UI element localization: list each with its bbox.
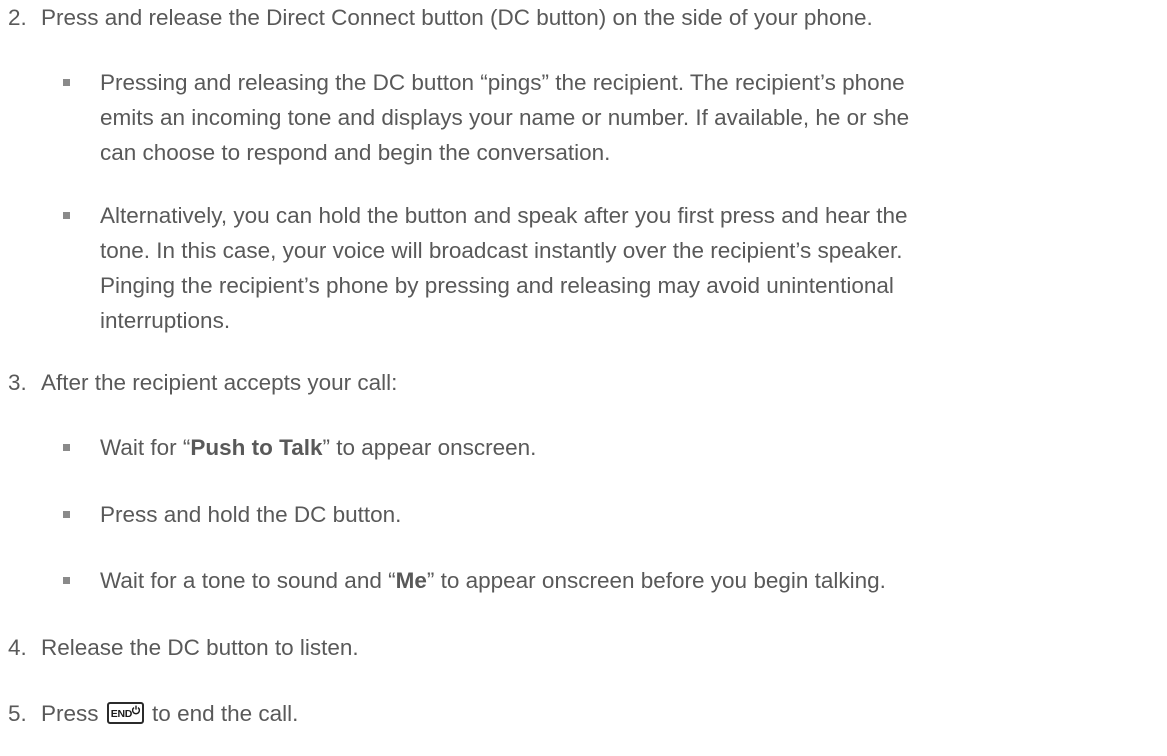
step-number: 2. [8, 5, 27, 30]
end-key-icon: END [106, 702, 144, 725]
step-text: Release the DC button to listen. [41, 635, 359, 660]
square-bullet-icon [63, 511, 70, 518]
bullet-line: Wait for a tone to sound and “Me” to app… [100, 568, 886, 593]
bullet-text: Wait for “Push to Talk” to appear onscre… [100, 430, 1165, 465]
square-bullet-icon [63, 79, 70, 86]
bullet-text: Wait for a tone to sound and “Me” to app… [100, 563, 1165, 598]
step-number: 5. [8, 701, 27, 726]
step-text: After the recipient accepts your call: [41, 370, 398, 395]
square-bullet-icon [63, 212, 70, 219]
bullet-text: Pressing and releasing the DC button “pi… [100, 65, 1165, 170]
bullet-text: Press and hold the DC button. [100, 497, 1165, 532]
bullet-line: interruptions. [100, 308, 231, 333]
bullet-line: Alternatively, you can hold the button a… [100, 203, 908, 228]
power-icon [131, 705, 140, 715]
bullet-line: emits an incoming tone and displays your… [100, 105, 910, 130]
square-bullet-icon [63, 444, 70, 451]
bullet-line: can choose to respond and begin the conv… [100, 140, 611, 165]
bullet-line: Press and hold the DC button. [100, 502, 402, 527]
bullet-text: Alternatively, you can hold the button a… [100, 198, 1165, 338]
step-text: Press and release the Direct Connect but… [41, 5, 873, 30]
bold-term: Push to Talk [190, 435, 323, 460]
bullet-line: Pinging the recipient’s phone by pressin… [100, 273, 894, 298]
step-text: Press END to end the call. [41, 701, 299, 726]
square-bullet-icon [63, 577, 70, 584]
bullet-line: Pressing and releasing the DC button “pi… [100, 70, 905, 95]
step-number: 4. [8, 635, 27, 660]
step-number: 3. [8, 370, 27, 395]
bold-term: Me [395, 568, 427, 593]
bullet-line: Wait for “Push to Talk” to appear onscre… [100, 435, 537, 460]
bullet-line: tone. In this case, your voice will broa… [100, 238, 903, 263]
